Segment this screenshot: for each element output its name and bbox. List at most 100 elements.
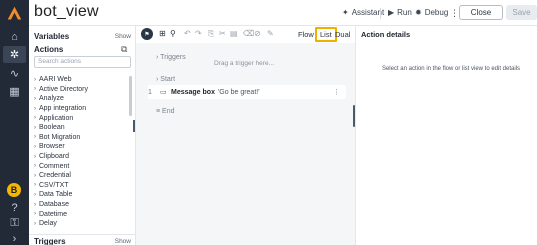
- panel-resizer[interactable]: [133, 120, 135, 132]
- undo-icon[interactable]: ↶: [184, 29, 191, 38]
- paste-icon[interactable]: ▤: [230, 29, 238, 38]
- run-label: Run: [397, 8, 412, 17]
- grid-icon[interactable]: ▦: [7, 84, 22, 99]
- edit-icon[interactable]: ✎: [267, 29, 274, 38]
- chevron-right-icon[interactable]: ›: [7, 231, 22, 245]
- key-icon[interactable]: ⚿: [7, 216, 22, 231]
- chevron-right-icon: ›: [34, 191, 36, 198]
- tab-list[interactable]: List: [315, 27, 337, 42]
- triggers-show-link[interactable]: Show: [115, 238, 131, 245]
- variables-show-link[interactable]: Show: [115, 33, 131, 40]
- action-label: Browser: [39, 143, 65, 151]
- assistant-icon: ✦: [342, 8, 349, 17]
- list-canvas: › Triggers Drag a trigger here... › Star…: [133, 43, 355, 245]
- pulse-icon[interactable]: ∿: [7, 66, 22, 81]
- action-label: Clipboard: [39, 153, 69, 161]
- end-node: ≡ End: [156, 108, 175, 115]
- variable-icon[interactable]: ⊞: [159, 29, 166, 38]
- flag-icon[interactable]: ⚑: [141, 28, 153, 40]
- start-node: › Start: [156, 76, 175, 83]
- redo-icon[interactable]: ↷: [195, 29, 202, 38]
- search-icon[interactable]: ⚲: [170, 29, 176, 38]
- list-item[interactable]: › Delay: [34, 219, 126, 229]
- page-title: bot_view: [34, 3, 99, 20]
- actions-title: Actions: [34, 45, 64, 54]
- chevron-right-icon: ›: [34, 115, 36, 122]
- bot-icon[interactable]: ✲: [3, 46, 26, 63]
- action-label: Comment: [39, 162, 70, 170]
- list-item[interactable]: › Credential: [34, 171, 126, 181]
- cut-icon[interactable]: ✂: [219, 29, 226, 38]
- add-package-icon[interactable]: ⧉: [121, 44, 127, 55]
- debug-button[interactable]: ✹ Debug: [415, 8, 448, 17]
- run-button[interactable]: ▶ Run: [388, 8, 412, 17]
- more-menu-icon[interactable]: ⋮: [450, 8, 459, 19]
- home-icon[interactable]: ⌂: [7, 29, 22, 44]
- list-item[interactable]: › Boolean: [34, 123, 126, 133]
- action-label: Boolean: [39, 124, 65, 132]
- chevron-right-icon: ›: [34, 220, 36, 227]
- action-list: › AARI Web › Active Directory › Analyze › App i…: [34, 75, 126, 237]
- list-item[interactable]: › Bot Migration: [34, 133, 126, 143]
- logo-icon: [7, 6, 22, 20]
- triggers-footer: Triggers Show: [29, 234, 135, 245]
- actions-panel: Variables Show Actions ⧉ Search actions …: [29, 26, 136, 245]
- chevron-right-icon: ›: [34, 76, 36, 83]
- chevron-right-icon: ›: [156, 54, 159, 61]
- action-label: App integration: [39, 105, 87, 113]
- list-item[interactable]: › Data Table: [34, 190, 126, 200]
- tab-flow[interactable]: Flow: [298, 30, 314, 39]
- delete-icon[interactable]: ⌫: [243, 29, 254, 38]
- search-input[interactable]: Search actions: [34, 56, 131, 68]
- tab-dual[interactable]: Dual: [335, 30, 350, 39]
- list-item[interactable]: › Active Directory: [34, 85, 126, 95]
- assistant-button[interactable]: ✦ Assistant: [342, 8, 384, 17]
- left-rail: ⌂ ✲ ∿ ▦ B ? ⚿ ›: [0, 0, 29, 245]
- trigger-drop-zone[interactable]: Drag a trigger here...: [164, 60, 324, 71]
- close-button[interactable]: Close: [459, 5, 503, 20]
- list-item[interactable]: › Database: [34, 200, 126, 210]
- action-label: Datetime: [39, 210, 68, 218]
- help-icon[interactable]: ?: [7, 200, 22, 215]
- play-icon: ▶: [388, 8, 395, 17]
- list-item[interactable]: › Comment: [34, 161, 126, 171]
- action-label: Credential: [39, 172, 71, 180]
- user-badge-icon[interactable]: B: [7, 183, 21, 197]
- chevron-right-icon: ›: [34, 211, 36, 218]
- list-item[interactable]: › AARI Web: [34, 75, 126, 85]
- chevron-right-icon: ›: [34, 163, 36, 170]
- bug-icon: ✹: [415, 8, 422, 17]
- scrollbar[interactable]: [129, 76, 132, 116]
- save-button[interactable]: Save: [506, 5, 537, 20]
- chevron-right-icon: ›: [34, 86, 36, 93]
- list-item[interactable]: › Application: [34, 113, 126, 123]
- chevron-right-icon: ›: [34, 95, 36, 102]
- step-number: 1: [148, 88, 152, 96]
- action-details-panel: Action details Select an action in the f…: [355, 26, 537, 245]
- list-item[interactable]: › CSV/TXT: [34, 181, 126, 191]
- header: bot_view ✦ Assistant ▶ Run ✹ Debug ⋮ Clo…: [29, 0, 537, 26]
- action-label: AARI Web: [39, 76, 72, 84]
- step-text: 'Go be great!': [217, 88, 260, 96]
- divider: [380, 8, 381, 19]
- list-item[interactable]: › Browser: [34, 142, 126, 152]
- action-label: Data Table: [39, 191, 73, 199]
- row-menu-icon[interactable]: ⋮: [333, 88, 340, 96]
- chevron-right-icon: ›: [34, 105, 36, 112]
- list-item[interactable]: › Analyze: [34, 94, 126, 104]
- list-item[interactable]: › App integration: [34, 104, 126, 114]
- disable-icon[interactable]: ⊘: [254, 29, 261, 38]
- list-item[interactable]: 1 ▭ Message box 'Go be great!' ⋮: [148, 85, 346, 99]
- details-empty-message: Select an action in the flow or list vie…: [381, 66, 521, 72]
- action-label: Database: [39, 201, 69, 209]
- action-label: Analyze: [39, 95, 64, 103]
- action-label: Bot Migration: [39, 133, 81, 141]
- debug-label: Debug: [424, 8, 449, 17]
- copy-icon[interactable]: ⎘: [208, 29, 214, 39]
- start-label: Start: [160, 76, 176, 83]
- list-item[interactable]: › Clipboard: [34, 152, 126, 162]
- chevron-right-icon: ›: [34, 172, 36, 179]
- action-label: CSV/TXT: [39, 181, 69, 189]
- action-label: Application: [39, 114, 74, 122]
- list-item[interactable]: › Datetime: [34, 209, 126, 219]
